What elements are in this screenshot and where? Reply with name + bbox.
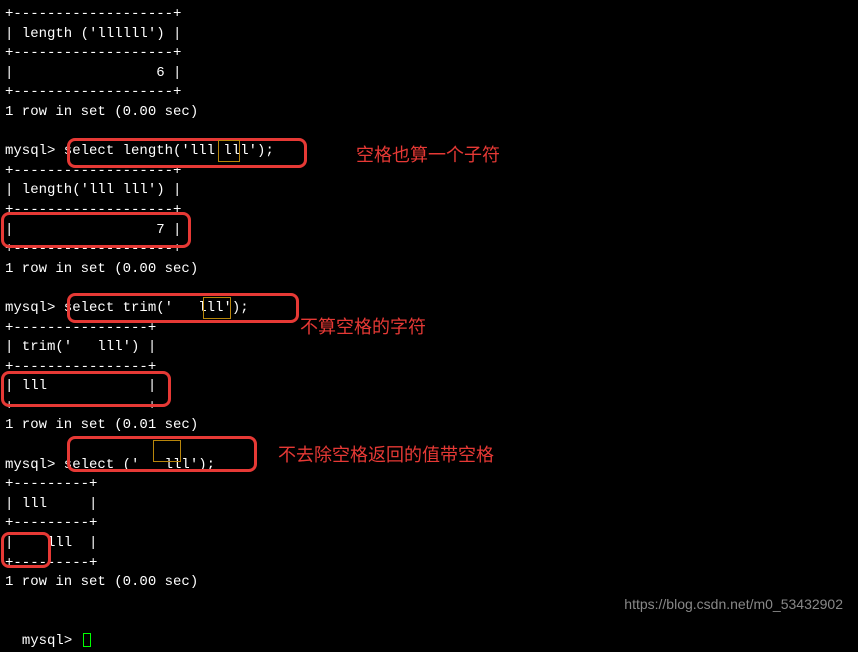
blank-line (5, 123, 858, 143)
output-line: +-------------------+ (5, 83, 858, 103)
output-line: +-------------------+ (5, 201, 858, 221)
output-line: +---------+ (5, 514, 858, 534)
output-line: | length ('llllll') | (5, 25, 858, 45)
blank-line (5, 279, 858, 299)
output-line: +----------------+ (5, 319, 858, 339)
cursor (83, 633, 91, 647)
prompt-line[interactable]: mysql> (5, 612, 858, 651)
annotation-2: 不算空格的字符 (300, 315, 426, 340)
output-line: 1 row in set (0.00 sec) (5, 573, 858, 593)
output-line: 1 row in set (0.00 sec) (5, 103, 858, 123)
output-line: | length('lll lll') | (5, 181, 858, 201)
output-line: | 6 | (5, 64, 858, 84)
output-line: | 7 | (5, 221, 858, 241)
output-line: | lll | (5, 377, 858, 397)
output-line: +---------+ (5, 554, 858, 574)
output-line: +-------------------+ (5, 240, 858, 260)
output-line: +----------------+ (5, 397, 858, 417)
annotation-1: 空格也算一个子符 (356, 143, 500, 168)
output-line: +-------------------+ (5, 44, 858, 64)
output-line: | lll | (5, 534, 858, 554)
output-line: | trim(' lll') | (5, 338, 858, 358)
output-line: 1 row in set (0.01 sec) (5, 416, 858, 436)
output-line: +-------------------+ (5, 5, 858, 25)
output-line: +---------+ (5, 475, 858, 495)
output-line: +----------------+ (5, 358, 858, 378)
output-line: | lll | (5, 495, 858, 515)
prompt-text: mysql> (22, 633, 81, 649)
watermark: https://blog.csdn.net/m0_53432902 (624, 595, 843, 615)
prompt-line[interactable]: mysql> select trim(' lll'); (5, 299, 858, 319)
output-line: 1 row in set (0.00 sec) (5, 260, 858, 280)
annotation-3: 不去除空格返回的值带空格 (278, 443, 494, 468)
